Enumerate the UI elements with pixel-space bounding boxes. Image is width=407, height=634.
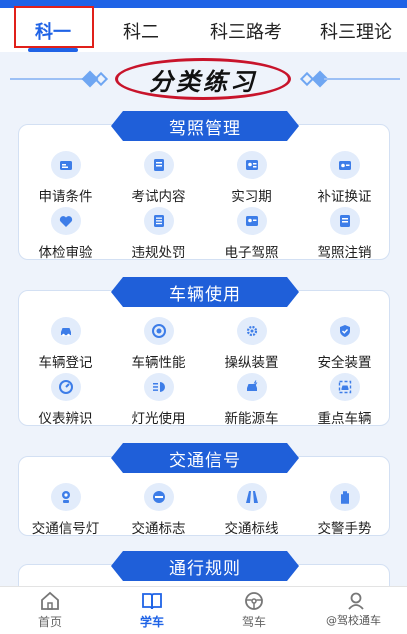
item-label: 违规处罚 <box>131 245 186 261</box>
grid-row: 体检审验 违规处罚 电子驾照 驾照注销 <box>19 205 391 261</box>
nav-home[interactable]: 首页 <box>20 591 80 634</box>
road-lines-icon <box>236 483 267 511</box>
section-title: 交通信号 <box>111 443 299 473</box>
item-label: 交通标志 <box>131 521 186 537</box>
item-label: 交通信号灯 <box>31 521 100 537</box>
item-control-devices[interactable]: 操纵装置 <box>205 315 298 371</box>
page-title: 分类练习 <box>149 67 257 96</box>
home-icon <box>41 591 59 610</box>
item-label: 车辆登记 <box>38 355 93 371</box>
item-exam-content[interactable]: 考试内容 <box>112 149 205 205</box>
item-vehicle-performance[interactable]: 车辆性能 <box>112 315 205 371</box>
grid-row: 申请条件 考试内容 实习期 补证换证 <box>19 149 391 205</box>
id-card-icon <box>50 151 81 179</box>
license-replace-icon <box>329 151 360 179</box>
section-title: 驾照管理 <box>111 111 299 141</box>
status-bar <box>0 0 407 8</box>
nav-label: 学车 <box>139 615 164 629</box>
key-vehicle-icon <box>329 373 360 401</box>
subject-tabs: 科一 科二 科三路考 科三理论 <box>0 8 407 52</box>
item-new-energy-vehicle[interactable]: 新能源车 <box>205 371 298 427</box>
traffic-light-icon <box>50 483 81 511</box>
item-safety-devices[interactable]: 安全装置 <box>298 315 391 371</box>
section-title: 通行规则 <box>111 551 299 581</box>
item-license-replacement[interactable]: 补证换证 <box>298 149 391 205</box>
item-label: 仪表辨识 <box>38 411 93 427</box>
item-traffic-signs[interactable]: 交通标志 <box>112 481 205 537</box>
item-license-cancellation[interactable]: 驾照注销 <box>298 205 391 261</box>
item-e-license[interactable]: 电子驾照 <box>205 205 298 261</box>
item-label: 交警手势 <box>317 521 372 537</box>
nav-learn-driving[interactable]: 学车 <box>122 591 182 634</box>
section-title: 车辆使用 <box>111 277 299 307</box>
item-label: 考试内容 <box>131 189 186 205</box>
item-police-gestures[interactable]: 交警手势 <box>298 481 391 537</box>
page-header: 分类练习 <box>0 58 407 102</box>
section-traffic-signals: 交通信号 交通信号灯 交通标志 交通标线 交警手势 <box>18 443 391 537</box>
right-deco-line <box>324 78 400 80</box>
item-label: 安全装置 <box>317 355 372 371</box>
hand-gesture-icon <box>329 483 360 511</box>
section-vehicle-usage: 车辆使用 车辆登记 车辆性能 操纵装置 安全装置 仪表辨识 灯光使用 新能源车 … <box>18 277 391 427</box>
left-deco-line <box>10 78 86 80</box>
item-label: 电子驾照 <box>224 245 279 261</box>
item-label: 操纵装置 <box>224 355 279 371</box>
headlight-icon <box>143 373 174 401</box>
item-vehicle-registration[interactable]: 车辆登记 <box>19 315 112 371</box>
left-deco-diamond-outline-icon <box>93 71 109 87</box>
intern-card-icon <box>236 151 267 179</box>
gauge-icon <box>50 373 81 401</box>
item-light-usage[interactable]: 灯光使用 <box>112 371 205 427</box>
item-road-markings[interactable]: 交通标线 <box>205 481 298 537</box>
grid-row: 交通信号灯 交通标志 交通标线 交警手势 <box>19 481 391 537</box>
tab-subject-two[interactable]: 科二 <box>108 12 174 50</box>
license-cancel-icon <box>329 207 360 235</box>
section-license-management: 驾照管理 申请条件 考试内容 实习期 补证换证 体检审验 违规处罚 电子驾照 驾… <box>18 111 391 261</box>
item-label: 体检审验 <box>38 245 93 261</box>
grid-row: 仪表辨识 灯光使用 新能源车 重点车辆 <box>19 371 391 427</box>
gear-icon <box>236 317 267 345</box>
tab-subject-three-road[interactable]: 科三路考 <box>196 12 296 50</box>
new-energy-car-icon <box>236 373 267 401</box>
main-content[interactable]: 分类练习 驾照管理 申请条件 考试内容 实习期 补证换证 体检审验 违规处罚 电… <box>0 52 407 586</box>
page-title-oval: 分类练习 <box>115 58 291 100</box>
no-entry-sign-icon <box>143 483 174 511</box>
steering-wheel-icon <box>245 592 263 610</box>
profile-icon <box>348 592 364 610</box>
item-label: 实习期 <box>231 189 272 205</box>
grid-row: 车辆登记 车辆性能 操纵装置 安全装置 <box>19 315 391 371</box>
item-label: 补证换证 <box>317 189 372 205</box>
speedometer-icon <box>143 317 174 345</box>
penalty-list-icon <box>143 207 174 235</box>
document-icon <box>143 151 174 179</box>
tab-subject-three-theory[interactable]: 科三理论 <box>306 12 406 50</box>
item-physical-exam[interactable]: 体检审验 <box>19 205 112 261</box>
e-license-icon <box>236 207 267 235</box>
car-register-icon <box>50 317 81 345</box>
item-label: 申请条件 <box>38 189 93 205</box>
item-instrument-identification[interactable]: 仪表辨识 <box>19 371 112 427</box>
item-label: 驾照注销 <box>317 245 372 261</box>
book-icon <box>142 593 162 610</box>
item-violation-penalty[interactable]: 违规处罚 <box>112 205 205 261</box>
item-label: 灯光使用 <box>131 411 186 427</box>
item-key-vehicles[interactable]: 重点车辆 <box>298 371 391 427</box>
shield-icon <box>329 317 360 345</box>
item-label: 车辆性能 <box>131 355 186 371</box>
item-traffic-lights[interactable]: 交通信号灯 <box>19 481 112 537</box>
item-label: 交通标线 <box>224 521 279 537</box>
nav-drive[interactable]: 驾车 <box>224 591 284 634</box>
item-application-conditions[interactable]: 申请条件 <box>19 149 112 205</box>
tab-subject-one[interactable]: 科一 <box>20 12 86 50</box>
section-traffic-rules: 通行规则 <box>18 551 390 586</box>
watermark: @驾校通车 <box>326 614 381 627</box>
nav-label: 首页 <box>37 615 62 629</box>
item-label: 重点车辆 <box>317 411 372 427</box>
nav-label: 驾车 <box>241 615 266 629</box>
item-label: 新能源车 <box>224 411 279 427</box>
item-probation-period[interactable]: 实习期 <box>205 149 298 205</box>
heart-check-icon <box>50 207 81 235</box>
